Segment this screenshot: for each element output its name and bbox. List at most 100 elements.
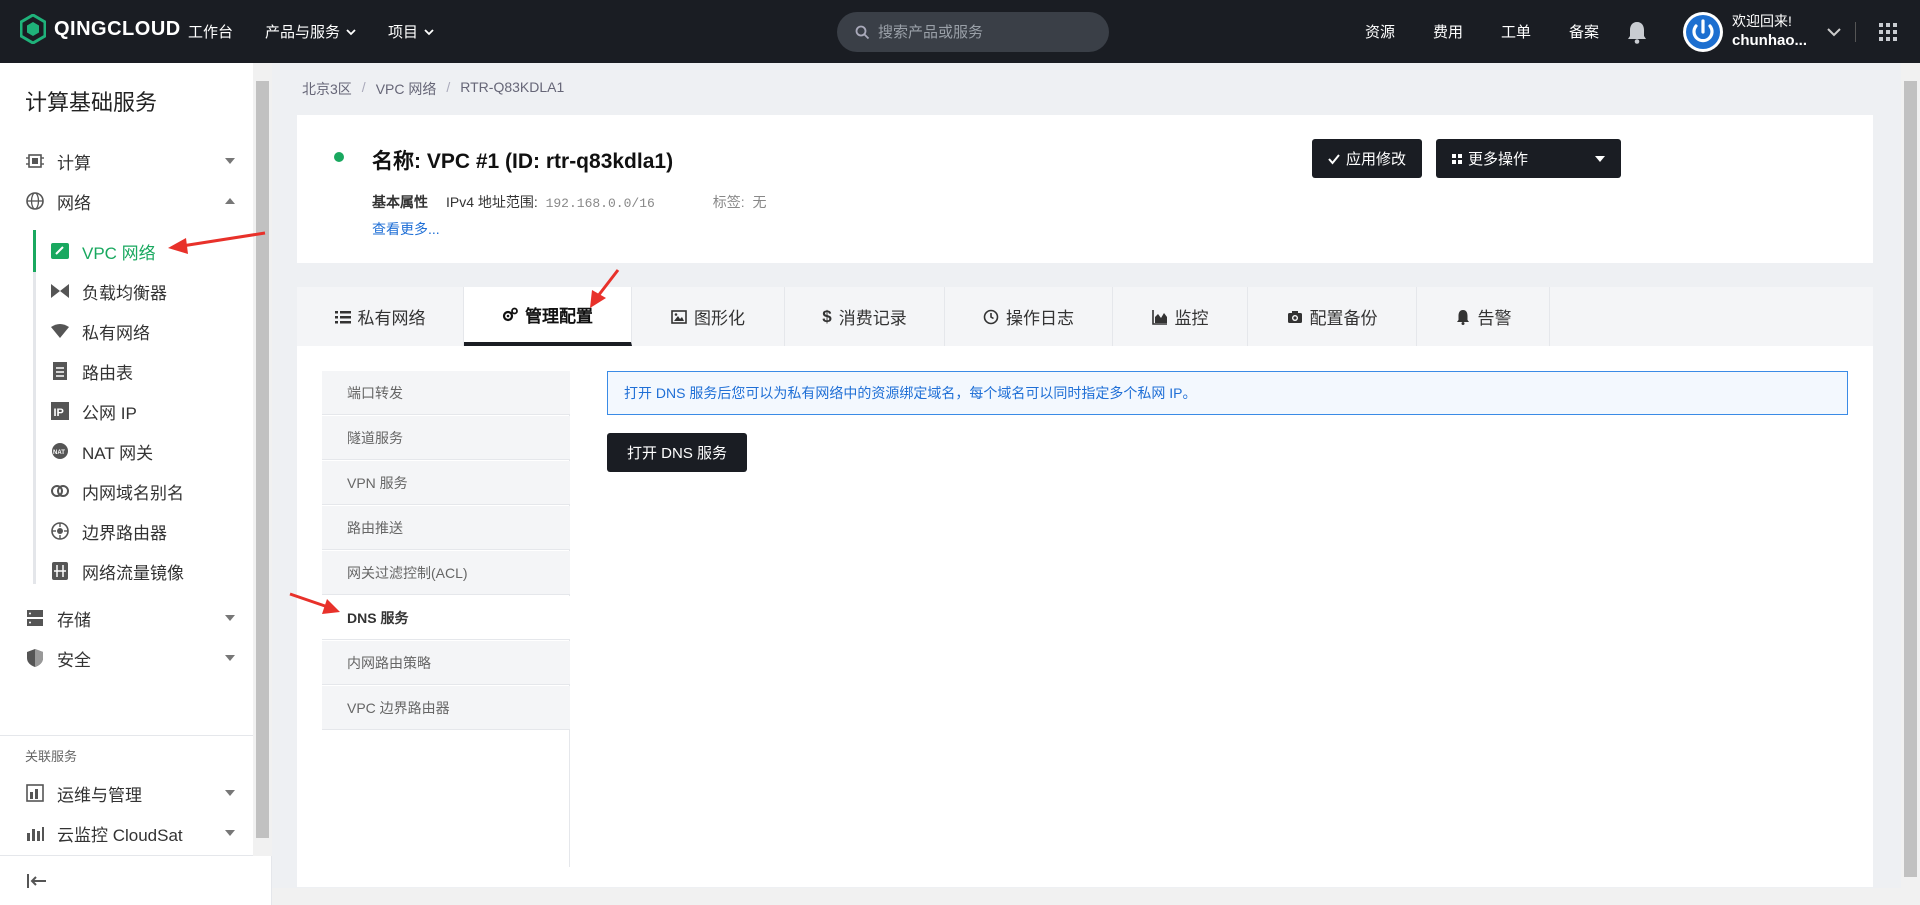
globe-icon <box>26 192 44 210</box>
apply-changes-button[interactable]: 应用修改 <box>1312 139 1423 178</box>
top-bar: QINGCLOUD 工作台 产品与服务 项目 资源 费用 工单 备案 欢迎回来!… <box>0 0 1920 63</box>
sidebar-group-network[interactable]: 网络 <box>25 186 235 216</box>
tab-monitoring[interactable]: 监控 <box>1113 287 1248 346</box>
right-nav: 资源 费用 工单 备案 <box>1365 0 1599 63</box>
submenu-guide-line <box>33 230 36 584</box>
svg-text:IP: IP <box>54 407 64 419</box>
sidebar-item-traffic-mirror[interactable]: 网络流量镜像 <box>50 556 184 586</box>
submenu-vpc-border-router[interactable]: VPC 边界路由器 <box>322 686 570 730</box>
submenu-tunnel-service[interactable]: 隧道服务 <box>322 416 570 460</box>
horizontal-scrollbar[interactable] <box>272 888 1901 905</box>
resource-info-card: 名称: VPC #1 (ID: rtr-q83kdla1) 基本属性 IPv4 … <box>297 115 1873 263</box>
bell-icon[interactable] <box>1626 20 1648 44</box>
nav-products[interactable]: 产品与服务 <box>265 21 356 42</box>
scrollbar-thumb[interactable] <box>256 81 269 838</box>
welcome-text[interactable]: 欢迎回来! chunhao... <box>1732 12 1807 50</box>
sidebar-item-vpc-label: VPC 网络 <box>82 243 156 263</box>
ipv4-range-value: 192.168.0.0/16 <box>545 196 655 211</box>
tab-alerts[interactable]: 告警 <box>1417 287 1550 346</box>
sidebar-item-public-ip[interactable]: IP 公网 IP <box>50 396 137 426</box>
search-input[interactable] <box>878 23 1088 41</box>
sidebar-footer <box>0 855 272 905</box>
sidebar-group-cloudsat-label: 云监控 CloudSat <box>57 825 183 845</box>
divider <box>0 735 272 736</box>
sidebar-item-route-table[interactable]: 路由表 <box>50 356 133 386</box>
tab-operation-log[interactable]: 操作日志 <box>945 287 1113 346</box>
more-actions-button[interactable]: 更多操作 <box>1436 139 1621 178</box>
sidebar-item-nat-gateway[interactable]: NAT NAT 网关 <box>50 436 153 466</box>
logo[interactable]: QINGCLOUD <box>20 14 181 44</box>
private-network-icon <box>51 324 69 338</box>
load-balancer-icon <box>51 284 69 298</box>
sidebar-group-cloudsat[interactable]: 云监控 CloudSat <box>25 818 235 848</box>
dollar-icon: $ <box>822 306 832 326</box>
nav-resources[interactable]: 资源 <box>1365 21 1395 42</box>
submenu-acl[interactable]: 网关过滤控制(ACL) <box>322 551 570 595</box>
sidebar-item-vpc[interactable]: VPC 网络 <box>50 236 156 266</box>
sidebar-group-storage-label: 存储 <box>57 610 91 630</box>
chevron-down-icon <box>346 28 356 35</box>
search-icon <box>855 25 870 39</box>
nav-tickets[interactable]: 工单 <box>1501 21 1531 42</box>
chevron-down-icon <box>424 28 434 35</box>
submenu-port-forwarding[interactable]: 端口转发 <box>322 371 570 415</box>
tab-management-config[interactable]: 管理配置 <box>464 287 632 346</box>
route-table-icon <box>53 362 67 380</box>
sidebar-scrollbar[interactable] <box>253 63 272 856</box>
area-chart-icon <box>1151 309 1167 325</box>
tab-management-config-label: 管理配置 <box>525 307 593 326</box>
sidebar-group-network-label: 网络 <box>57 193 91 213</box>
svg-text:NAT: NAT <box>53 450 65 456</box>
tab-bar: 私有网络 管理配置 图形化 $ 消费记录 操作日志 监控 配置备份 告警 <box>297 287 1873 346</box>
submenu-dns-service[interactable]: DNS 服务 <box>322 596 570 640</box>
caret-down-icon <box>225 615 235 621</box>
sidebar-item-border-router[interactable]: 边界路由器 <box>50 516 167 546</box>
search-box[interactable] <box>837 12 1109 52</box>
see-more-link[interactable]: 查看更多... <box>372 219 440 239</box>
apps-grid-icon[interactable] <box>1878 22 1898 42</box>
sidebar-item-private-network[interactable]: 私有网络 <box>50 316 150 346</box>
tab-graphical[interactable]: 图形化 <box>632 287 785 346</box>
main-content: 北京3区 / VPC 网络 / RTR-Q83KDLA1 名称: VPC #1 … <box>272 63 1920 905</box>
sidebar-item-load-balancer[interactable]: 负载均衡器 <box>50 276 167 306</box>
submenu-vpn-service[interactable]: VPN 服务 <box>322 461 570 505</box>
sidebar-group-security[interactable]: 安全 <box>25 643 235 673</box>
chevron-down-icon[interactable] <box>1826 26 1842 38</box>
nav-workbench[interactable]: 工作台 <box>188 21 233 42</box>
nav-billing[interactable]: 费用 <box>1433 21 1463 42</box>
avatar[interactable] <box>1683 12 1723 52</box>
tab-billing-records[interactable]: $ 消费记录 <box>785 287 945 346</box>
bell-icon <box>1456 309 1469 325</box>
sidebar-group-storage[interactable]: 存储 <box>25 603 235 633</box>
sidebar-item-public-ip-label: 公网 IP <box>82 403 137 423</box>
breadcrumb-vpc[interactable]: VPC 网络 <box>376 79 437 99</box>
sidebar-title: 计算基础服务 <box>25 90 158 115</box>
nav-filing[interactable]: 备案 <box>1569 21 1599 42</box>
sidebar-group-ops[interactable]: 运维与管理 <box>25 778 235 808</box>
check-icon <box>1328 153 1340 165</box>
status-indicator <box>334 152 344 162</box>
scrollbar-thumb[interactable] <box>1904 81 1917 877</box>
breadcrumb-zone[interactable]: 北京3区 <box>302 79 352 99</box>
submenu-internal-routing-policy[interactable]: 内网路由策略 <box>322 641 570 685</box>
main-scrollbar[interactable] <box>1901 63 1920 905</box>
open-dns-service-button[interactable]: 打开 DNS 服务 <box>607 433 748 472</box>
submenu-route-push[interactable]: 路由推送 <box>322 506 570 550</box>
collapse-sidebar-icon[interactable] <box>26 872 48 890</box>
tab-alerts-label: 告警 <box>1477 309 1512 328</box>
sidebar-item-dns-alias-label: 内网域名别名 <box>82 483 184 503</box>
sidebar-item-dns-alias[interactable]: 内网域名别名 <box>50 476 184 506</box>
caret-down-icon <box>1595 156 1605 162</box>
tab-config-backup[interactable]: 配置备份 <box>1248 287 1417 346</box>
welcome-label: 欢迎回来! <box>1732 13 1792 29</box>
divider <box>1855 22 1856 42</box>
traffic-mirror-icon <box>52 562 68 580</box>
sidebar-group-compute[interactable]: 计算 <box>25 146 235 176</box>
nav-projects[interactable]: 项目 <box>388 21 434 42</box>
tab-billing-records-label: 消费记录 <box>838 309 907 328</box>
public-ip-icon: IP <box>51 402 69 420</box>
tab-private-network[interactable]: 私有网络 <box>297 287 464 346</box>
caret-down-icon <box>225 158 235 164</box>
related-services-title: 关联服务 <box>25 749 78 764</box>
sidebar-item-border-router-label: 边界路由器 <box>82 523 167 543</box>
